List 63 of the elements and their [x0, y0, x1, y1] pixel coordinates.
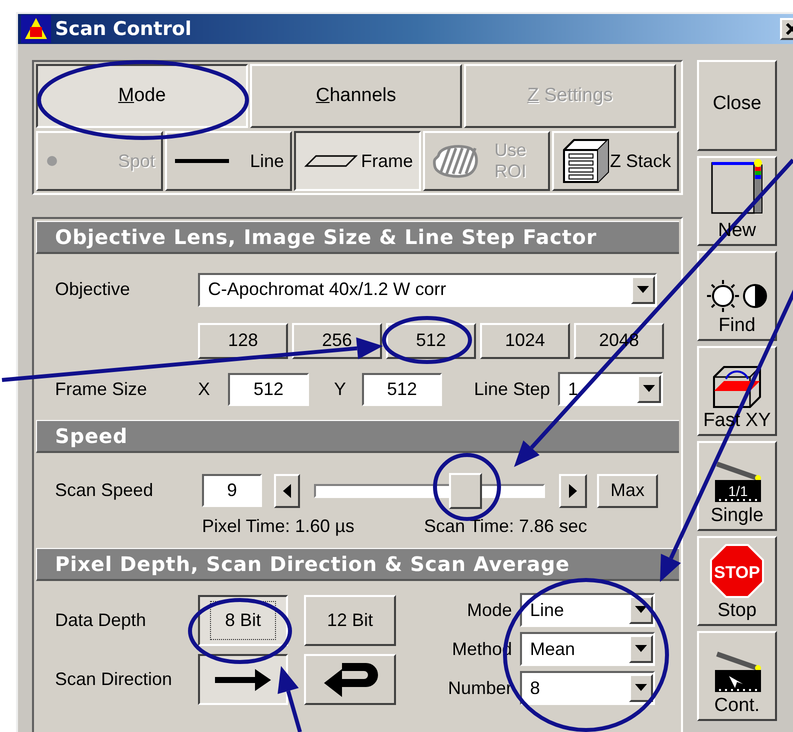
caret-icon: [643, 385, 655, 393]
caret-icon: [635, 684, 647, 692]
section-header: Pixel Depth, Scan Direction & Scan Average: [36, 548, 679, 581]
pixel-time-text: Pixel Time: 1.60 µs: [202, 516, 356, 536]
section-header: Objective Lens, Image Size & Line Step Factor: [36, 221, 679, 254]
scan-speed-label: Scan Speed: [55, 480, 154, 501]
average-label: Mode: [466, 600, 512, 620]
cont-button[interactable]: Cont.: [697, 631, 777, 721]
line-step-label: Line Step: [472, 378, 551, 400]
line-step-dropdown[interactable]: 1: [558, 372, 663, 406]
single-button[interactable]: 1/1 Single: [697, 441, 777, 531]
app-icon: [21, 15, 51, 43]
return-arrow-icon: [322, 660, 378, 698]
average-label: Number: [446, 678, 512, 698]
average-dropdown[interactable]: 8: [520, 671, 655, 705]
y-field[interactable]: 512: [362, 372, 442, 406]
cube-icon: [562, 138, 610, 184]
caret-icon: [635, 645, 647, 653]
speed-slider[interactable]: [314, 472, 545, 508]
average-dropdown[interactable]: Mean: [520, 632, 655, 666]
caret-icon: [635, 606, 647, 614]
tab[interactable]: Channels: [250, 64, 462, 128]
y-label: Y: [332, 378, 347, 400]
scan-speed-field[interactable]: 9: [202, 474, 262, 507]
close-button[interactable]: Close: [697, 60, 777, 151]
left-triangle-icon: [283, 484, 291, 498]
sun-contrast-icon: [705, 278, 769, 314]
right-arrow-icon: [215, 668, 271, 690]
window-title: Scan Control: [55, 18, 192, 40]
average-dropdown[interactable]: Line: [520, 593, 655, 627]
bit-depth-button[interactable]: 12 Bit: [304, 595, 396, 646]
tab[interactable]: Mode: [36, 64, 248, 128]
x-label: X: [198, 378, 212, 400]
scan-direction-label: Scan Direction: [55, 669, 174, 690]
increase-button[interactable]: [559, 474, 587, 508]
stop-button[interactable]: STOP Stop: [697, 536, 777, 626]
slider-thumb[interactable]: [448, 472, 482, 508]
scan-time-text: Scan Time: 7.86 sec: [424, 516, 588, 536]
frame-size-button[interactable]: 1024: [480, 322, 570, 358]
decrease-button[interactable]: [274, 474, 300, 508]
scan-mode-button[interactable]: Z Stack: [552, 131, 679, 191]
annotation-arrow: [278, 666, 302, 732]
section-header: Speed: [36, 420, 679, 453]
hatched-blob-icon: [433, 143, 479, 179]
frame-size-label: Frame Size: [55, 378, 148, 400]
x-field[interactable]: 512: [228, 372, 309, 406]
annotation-circle: [433, 453, 501, 521]
objective-dropdown[interactable]: C-Apochromat 40x/1.2 W corr: [198, 272, 657, 306]
max-button[interactable]: Max: [597, 474, 658, 508]
find-button[interactable]: Find: [697, 251, 777, 341]
scan-mode-button[interactable]: Line: [165, 131, 292, 191]
scan-mode-button[interactable]: Frame: [294, 131, 421, 191]
stop-sign-icon: STOP: [709, 543, 765, 599]
data-depth-label: Data Depth: [55, 610, 148, 631]
objective-label: Objective: [55, 279, 132, 300]
dot-icon: [46, 155, 58, 167]
frame-size-button[interactable]: 128: [198, 322, 288, 358]
box-icon: [712, 365, 762, 409]
caret-icon: [637, 286, 649, 294]
scan-direction-button[interactable]: [198, 654, 288, 705]
bit-depth-button[interactable]: 8 Bit: [198, 595, 288, 646]
right-triangle-icon: [569, 484, 577, 498]
parallelogram-icon: [304, 154, 358, 168]
